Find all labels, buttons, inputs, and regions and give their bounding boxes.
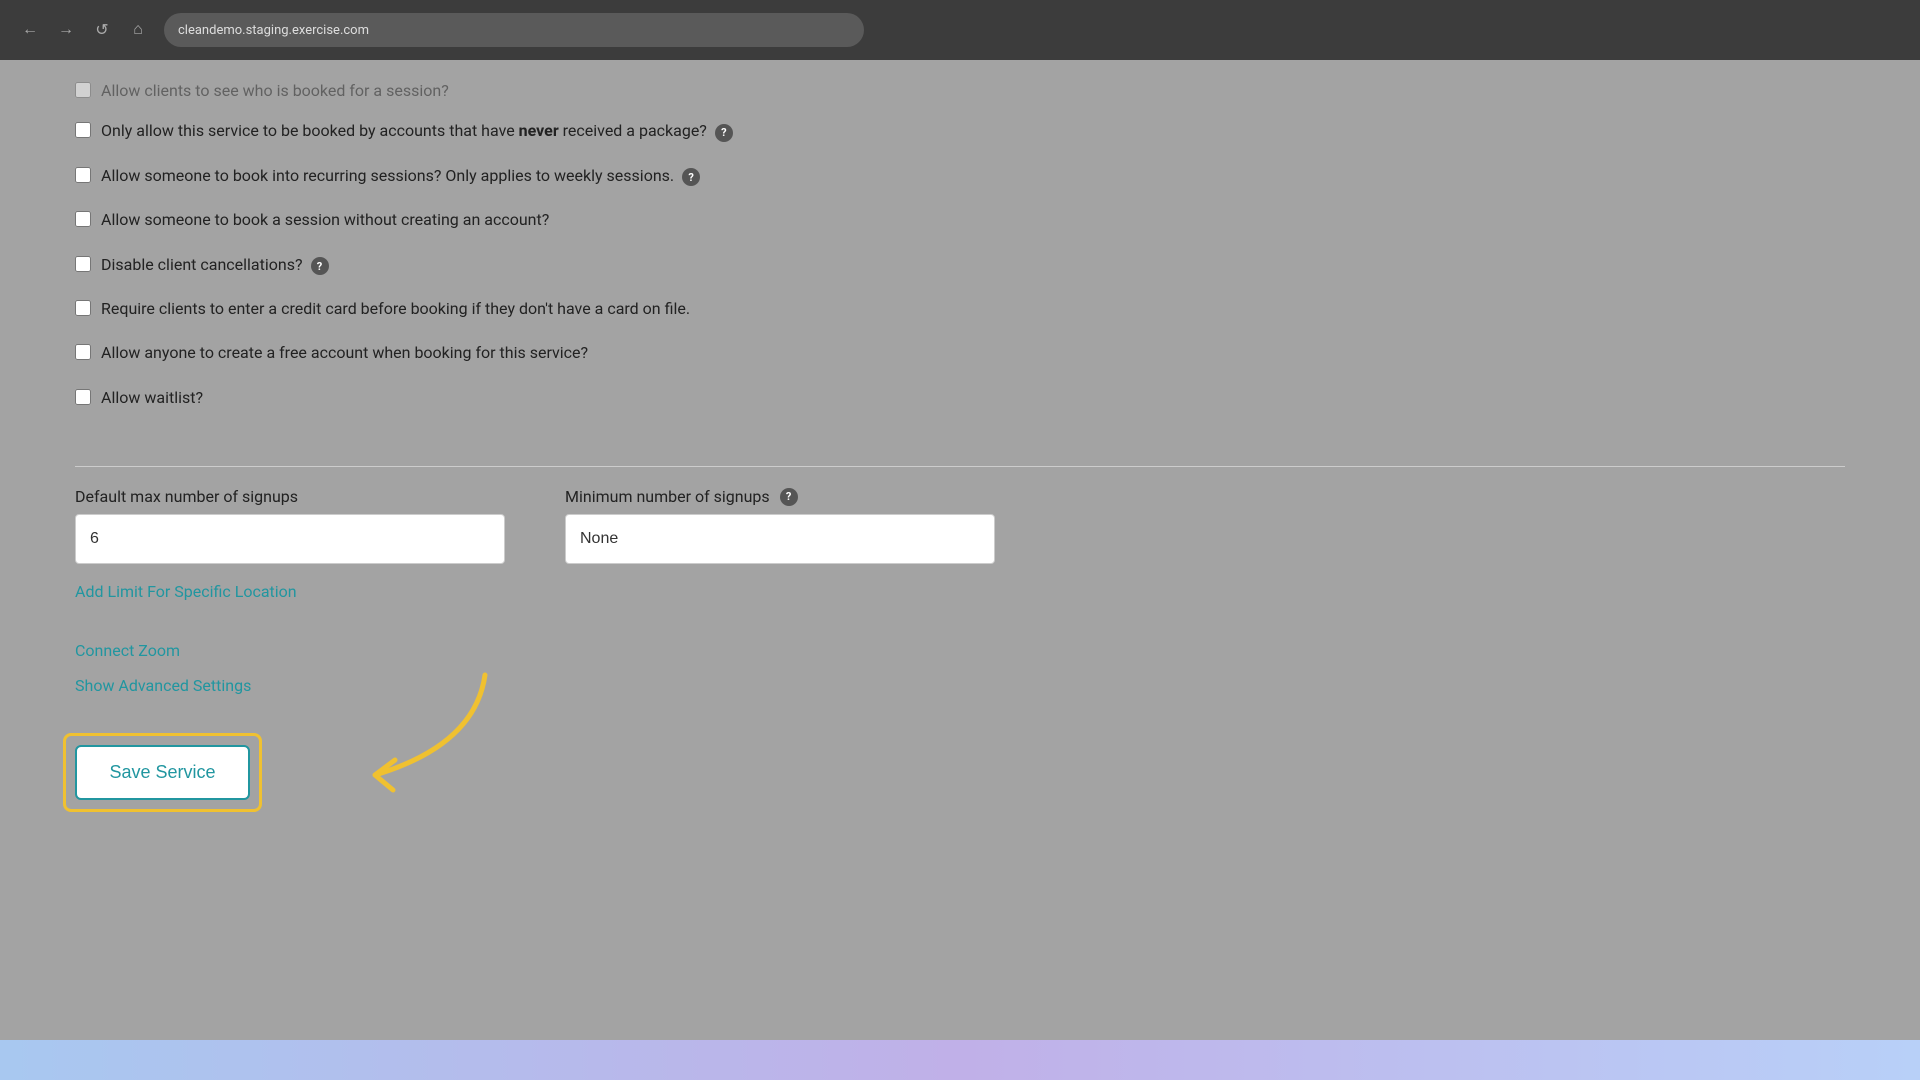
checkbox-section: Allow clients to see who is booked for a… — [75, 65, 1845, 446]
help-icon-recurring[interactable]: ? — [682, 168, 700, 186]
checkbox-cancellations[interactable] — [75, 256, 91, 272]
connect-zoom-link[interactable]: Connect Zoom — [75, 641, 1845, 660]
forward-button[interactable]: → — [52, 16, 80, 44]
checkbox-item-freeaccount: Allow anyone to create a free account wh… — [75, 342, 1845, 364]
checkbox-waitlist[interactable] — [75, 389, 91, 405]
max-signups-field: Default max number of signups Add Limit … — [75, 487, 505, 601]
save-button-area: Save Service — [75, 745, 1845, 800]
checkbox-freeaccount[interactable] — [75, 344, 91, 360]
checkbox-noaccount[interactable] — [75, 211, 91, 227]
section-divider — [75, 466, 1845, 467]
save-btn-wrapper: Save Service — [75, 745, 250, 800]
checkbox-item-noaccount: Allow someone to book a session without … — [75, 209, 1845, 231]
checkbox-creditcard[interactable] — [75, 300, 91, 316]
checkbox-recurring-label: Allow someone to book into recurring ses… — [101, 165, 700, 187]
address-bar[interactable]: cleandemo.staging.exercise.com — [164, 13, 864, 47]
show-advanced-link[interactable]: Show Advanced Settings — [75, 676, 1845, 695]
checkbox-waitlist-label: Allow waitlist? — [101, 387, 203, 409]
checkbox-booked[interactable] — [75, 82, 91, 98]
save-service-button[interactable]: Save Service — [75, 745, 250, 800]
checkbox-creditcard-label: Require clients to enter a credit card b… — [101, 298, 690, 320]
checkbox-recurring[interactable] — [75, 167, 91, 183]
nav-buttons: ← → ↺ ⌂ — [16, 16, 152, 44]
checkbox-booked-label: Allow clients to see who is booked for a… — [101, 80, 449, 102]
min-signups-label: Minimum number of signups ? — [565, 487, 995, 506]
checkbox-item-creditcard: Require clients to enter a credit card b… — [75, 298, 1845, 320]
form-area: Allow clients to see who is booked for a… — [0, 60, 1920, 800]
min-signups-field: Minimum number of signups ? — [565, 487, 995, 564]
checkbox-never-label: Only allow this service to be booked by … — [101, 120, 733, 142]
checkbox-item-waitlist: Allow waitlist? — [75, 387, 1845, 409]
checkbox-freeaccount-label: Allow anyone to create a free account wh… — [101, 342, 588, 364]
address-text: cleandemo.staging.exercise.com — [178, 23, 369, 38]
checkbox-item-cancellations: Disable client cancellations? ? — [75, 254, 1845, 276]
checkbox-item-booked: Allow clients to see who is booked for a… — [75, 80, 1845, 102]
min-signups-input[interactable] — [565, 514, 995, 564]
reload-button[interactable]: ↺ — [88, 16, 116, 44]
max-signups-input[interactable] — [75, 514, 505, 564]
help-icon-cancellations[interactable]: ? — [311, 257, 329, 275]
checkbox-item-recurring: Allow someone to book into recurring ses… — [75, 165, 1845, 187]
bottom-bar — [0, 1040, 1920, 1080]
back-button[interactable]: ← — [16, 16, 44, 44]
checkbox-cancellations-label: Disable client cancellations? ? — [101, 254, 329, 276]
add-limit-link[interactable]: Add Limit For Specific Location — [75, 582, 505, 601]
links-section: Connect Zoom Show Advanced Settings — [75, 641, 1845, 695]
help-icon-never[interactable]: ? — [715, 124, 733, 142]
checkbox-noaccount-label: Allow someone to book a session without … — [101, 209, 549, 231]
max-signups-label: Default max number of signups — [75, 487, 505, 506]
browser-chrome: ← → ↺ ⌂ cleandemo.staging.exercise.com — [0, 0, 1920, 60]
checkbox-item-never: Only allow this service to be booked by … — [75, 120, 1845, 142]
page-content: Allow clients to see who is booked for a… — [0, 60, 1920, 1080]
checkbox-never[interactable] — [75, 122, 91, 138]
help-icon-min-signups[interactable]: ? — [780, 488, 798, 506]
home-button[interactable]: ⌂ — [124, 16, 152, 44]
signups-section: Default max number of signups Add Limit … — [75, 487, 1845, 601]
